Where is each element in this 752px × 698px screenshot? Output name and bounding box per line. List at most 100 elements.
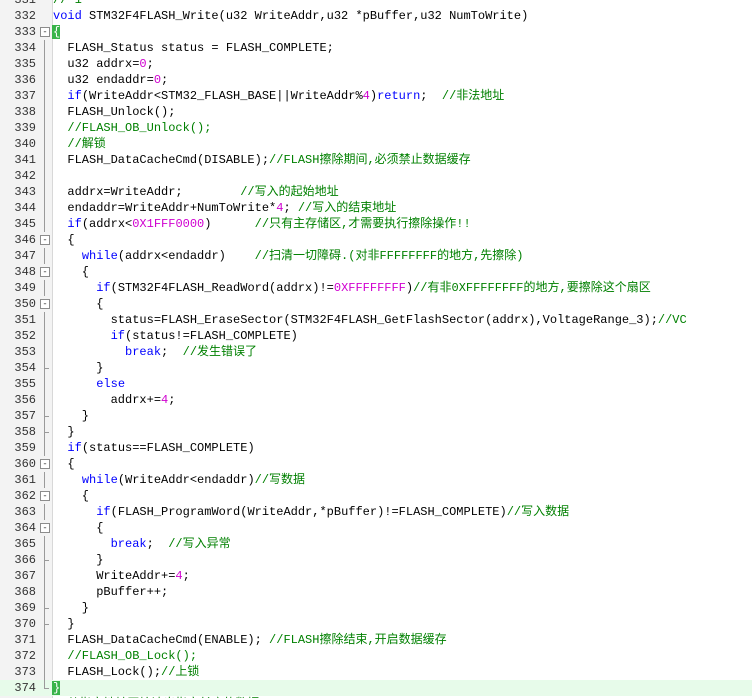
- code-text[interactable]: {: [53, 456, 74, 472]
- code-line[interactable]: 355 else: [0, 376, 752, 392]
- code-line[interactable]: 348 {: [0, 264, 752, 280]
- code-text[interactable]: else: [53, 376, 125, 392]
- code-text[interactable]: {: [53, 520, 103, 536]
- code-text[interactable]: FLASH_Lock();//上锁: [53, 664, 199, 680]
- fold-toggle-icon[interactable]: [40, 235, 50, 245]
- code-line[interactable]: 360 {: [0, 456, 752, 472]
- code-line[interactable]: 343 addrx=WriteAddr; //写入的起始地址: [0, 184, 752, 200]
- code-text[interactable]: FLASH_Unlock();: [53, 104, 175, 120]
- code-text[interactable]: //解锁: [53, 136, 105, 152]
- code-text[interactable]: //FLASH_OB_Lock();: [53, 648, 197, 664]
- code-line[interactable]: 340 //解锁: [0, 136, 752, 152]
- code-text[interactable]: if(WriteAddr<STM32_FLASH_BASE||WriteAddr…: [53, 88, 504, 104]
- code-line[interactable]: 333 {: [0, 24, 752, 40]
- code-line[interactable]: 350 {: [0, 296, 752, 312]
- code-text[interactable]: }: [53, 424, 74, 440]
- code-text[interactable]: {: [53, 264, 89, 280]
- code-text[interactable]: break; //写入异常: [53, 536, 231, 552]
- fold-guide: [44, 168, 45, 184]
- code-text[interactable]: }: [53, 552, 103, 568]
- code-line[interactable]: 351 status=FLASH_EraseSector(STM32F4FLAS…: [0, 312, 752, 328]
- code-line[interactable]: 368 pBuffer++;: [0, 584, 752, 600]
- code-line[interactable]: 347 while(addrx<endaddr) //扫清一切障碍.(对非FFF…: [0, 248, 752, 264]
- code-text[interactable]: break; //发生错误了: [53, 344, 257, 360]
- code-line[interactable]: 341 FLASH_DataCacheCmd(DISABLE);//FLASH擦…: [0, 152, 752, 168]
- code-line[interactable]: 335 u32 addrx=0;: [0, 56, 752, 72]
- code-line[interactable]: 365 break; //写入异常: [0, 536, 752, 552]
- code-line[interactable]: 334 FLASH_Status status = FLASH_COMPLETE…: [0, 40, 752, 56]
- code-text[interactable]: }: [53, 680, 60, 696]
- code-line[interactable]: 374}: [0, 680, 752, 696]
- code-text[interactable]: if(FLASH_ProgramWord(WriteAddr,*pBuffer)…: [53, 504, 569, 520]
- code-text[interactable]: addrx=WriteAddr; //写入的起始地址: [53, 184, 338, 200]
- fold-toggle-icon[interactable]: [40, 459, 50, 469]
- code-line[interactable]: 331 // 1: [0, 0, 752, 8]
- code-line[interactable]: 345 if(addrx<0X1FFF0000) //只有主存储区,才需要执行擦…: [0, 216, 752, 232]
- code-line[interactable]: 358 }: [0, 424, 752, 440]
- code-line[interactable]: 361 while(WriteAddr<endaddr)//写数据: [0, 472, 752, 488]
- fold-toggle-icon[interactable]: [40, 267, 50, 277]
- code-text[interactable]: if(status!=FLASH_COMPLETE): [53, 328, 298, 344]
- code-line[interactable]: 366 }: [0, 552, 752, 568]
- code-text[interactable]: if(STM32F4FLASH_ReadWord(addrx)!=0XFFFFF…: [53, 280, 651, 296]
- code-text[interactable]: FLASH_DataCacheCmd(DISABLE);//FLASH擦除期间,…: [53, 152, 470, 168]
- code-text[interactable]: FLASH_DataCacheCmd(ENABLE); //FLASH擦除结束,…: [53, 632, 446, 648]
- code-line[interactable]: 371 FLASH_DataCacheCmd(ENABLE); //FLASH擦…: [0, 632, 752, 648]
- code-text[interactable]: endaddr=WriteAddr+NumToWrite*4; //写入的结束地…: [53, 200, 396, 216]
- code-text[interactable]: {: [53, 232, 74, 248]
- code-line[interactable]: 349 if(STM32F4FLASH_ReadWord(addrx)!=0XF…: [0, 280, 752, 296]
- code-line[interactable]: 373 FLASH_Lock();//上锁: [0, 664, 752, 680]
- code-text[interactable]: status=FLASH_EraseSector(STM32F4FLASH_Ge…: [53, 312, 687, 328]
- code-text[interactable]: if(status==FLASH_COMPLETE): [53, 440, 254, 456]
- code-text[interactable]: }: [53, 616, 74, 632]
- code-line[interactable]: 369 }: [0, 600, 752, 616]
- code-line[interactable]: 346 {: [0, 232, 752, 248]
- code-text[interactable]: pBuffer++;: [53, 584, 168, 600]
- code-line[interactable]: 338 FLASH_Unlock();: [0, 104, 752, 120]
- code-text[interactable]: if(addrx<0X1FFF0000) //只有主存储区,才需要执行擦除操作!…: [53, 216, 470, 232]
- code-line[interactable]: 353 break; //发生错误了: [0, 344, 752, 360]
- code-text[interactable]: void STM32F4FLASH_Write(u32 WriteAddr,u3…: [53, 8, 528, 24]
- fold-guide: [44, 56, 45, 72]
- code-text[interactable]: {: [53, 488, 89, 504]
- line-number: 343: [14, 185, 36, 199]
- code-line[interactable]: 344 endaddr=WriteAddr+NumToWrite*4; //写入…: [0, 200, 752, 216]
- code-text[interactable]: while(WriteAddr<endaddr)//写数据: [53, 472, 305, 488]
- code-text[interactable]: //FLASH_OB_Unlock();: [53, 120, 211, 136]
- code-text[interactable]: }: [53, 360, 103, 376]
- code-line[interactable]: 336 u32 endaddr=0;: [0, 72, 752, 88]
- code-line[interactable]: 342: [0, 168, 752, 184]
- code-line[interactable]: 352 if(status!=FLASH_COMPLETE): [0, 328, 752, 344]
- code-line[interactable]: 363 if(FLASH_ProgramWord(WriteAddr,*pBuf…: [0, 504, 752, 520]
- code-line[interactable]: 372 //FLASH_OB_Lock();: [0, 648, 752, 664]
- fold-guide: [44, 120, 45, 136]
- code-text[interactable]: {: [53, 24, 60, 40]
- code-line[interactable]: 356 addrx+=4;: [0, 392, 752, 408]
- fold-toggle-icon[interactable]: [40, 299, 50, 309]
- code-text[interactable]: // 1: [53, 0, 82, 8]
- fold-toggle-icon[interactable]: [40, 27, 50, 37]
- code-line[interactable]: 362 {: [0, 488, 752, 504]
- code-line[interactable]: 357 }: [0, 408, 752, 424]
- code-line[interactable]: 332 void STM32F4FLASH_Write(u32 WriteAddr…: [0, 8, 752, 24]
- code-line[interactable]: 364 {: [0, 520, 752, 536]
- line-number: 340: [14, 137, 36, 151]
- code-text[interactable]: }: [53, 408, 89, 424]
- code-text[interactable]: }: [53, 600, 89, 616]
- code-line[interactable]: 370 }: [0, 616, 752, 632]
- code-text[interactable]: {: [53, 296, 103, 312]
- code-text[interactable]: FLASH_Status status = FLASH_COMPLETE;: [53, 40, 333, 56]
- code-line[interactable]: 367 WriteAddr+=4;: [0, 568, 752, 584]
- code-editor[interactable]: 331 // 1 332 void STM32F4FLASH_Write(u32 Wr…: [0, 0, 752, 698]
- code-text[interactable]: WriteAddr+=4;: [53, 568, 190, 584]
- code-line[interactable]: 339 //FLASH_OB_Unlock();: [0, 120, 752, 136]
- code-text[interactable]: u32 endaddr=0;: [53, 72, 168, 88]
- code-text[interactable]: u32 addrx=0;: [53, 56, 153, 72]
- fold-toggle-icon[interactable]: [40, 491, 50, 501]
- code-line[interactable]: 359 if(status==FLASH_COMPLETE): [0, 440, 752, 456]
- code-text[interactable]: addrx+=4;: [53, 392, 176, 408]
- code-line[interactable]: 354 }: [0, 360, 752, 376]
- code-line[interactable]: 337 if(WriteAddr<STM32_FLASH_BASE||Write…: [0, 88, 752, 104]
- fold-toggle-icon[interactable]: [40, 523, 50, 533]
- code-text[interactable]: while(addrx<endaddr) //扫清一切障碍.(对非FFFFFFF…: [53, 248, 524, 264]
